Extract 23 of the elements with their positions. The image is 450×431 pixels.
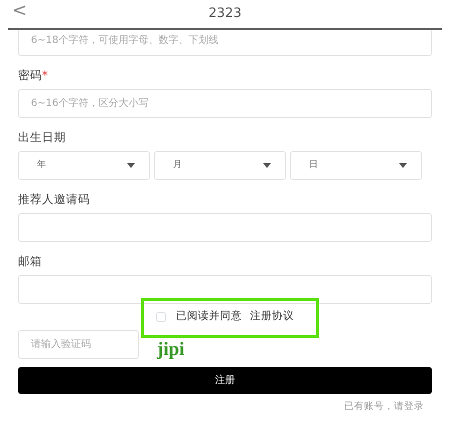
select-field[interactable]: 年 <box>18 150 150 180</box>
agreement-link[interactable]: 注册协议 <box>250 308 294 325</box>
caret-icon <box>263 162 271 168</box>
captcha-field[interactable]: 请输入验证码 <box>18 330 139 359</box>
input-field[interactable]: 6~18个字符，可使用字母、数字、下划线 <box>18 30 432 56</box>
caret-icon <box>399 162 407 168</box>
required-mark: * <box>42 68 48 82</box>
page-title: 2323 <box>208 5 242 24</box>
field-label: 邮箱 <box>18 254 42 268</box>
agreement-text: 已阅读并同意 <box>176 308 242 324</box>
field-label: 密码 <box>18 68 42 82</box>
caret-icon <box>127 162 135 168</box>
input-field[interactable] <box>18 274 432 304</box>
checkbox[interactable] <box>156 312 166 322</box>
field-label: 出生日期 <box>18 130 66 144</box>
field-label: 推荐人邀请码 <box>18 192 90 206</box>
input-field[interactable]: 6~16个字符，区分大小写 <box>18 88 432 118</box>
select-field[interactable]: 月 <box>154 150 286 180</box>
input-field[interactable] <box>18 212 432 242</box>
select-field[interactable]: 日 <box>290 150 422 180</box>
register-button[interactable]: 注册 <box>18 366 432 394</box>
back-button[interactable]: < <box>12 2 28 20</box>
captcha-image[interactable]: jipi <box>157 340 184 359</box>
